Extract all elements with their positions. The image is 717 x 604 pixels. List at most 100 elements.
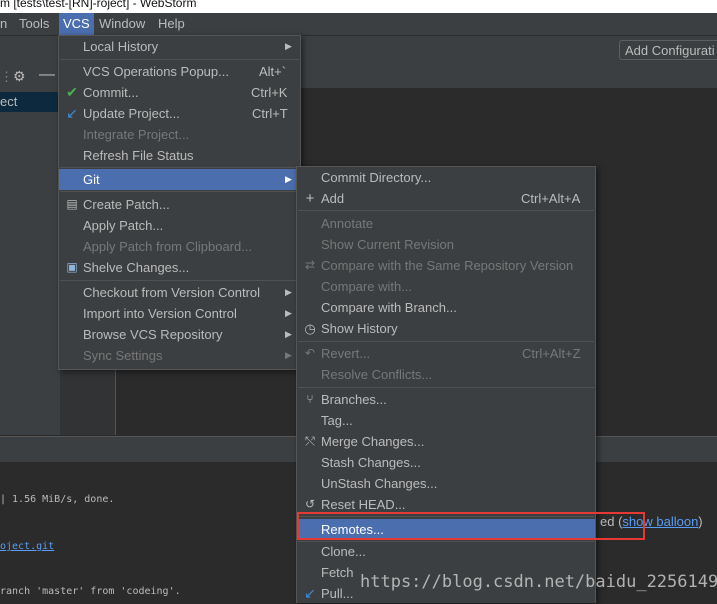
gear-icon[interactable]: ⚙ (13, 68, 26, 85)
menu-separator (298, 210, 594, 211)
window-title: m [tests\test-[RN]-roject] - WebStorm (0, 0, 197, 10)
highlight-annotation-box (297, 512, 645, 540)
submenu-arrow-icon: ▶ (285, 174, 292, 184)
menu-shortcut: Ctrl+T (252, 106, 288, 121)
menu-item-label: Add (321, 191, 345, 206)
menu-item-git[interactable]: Git ▶ (59, 169, 300, 190)
branch-icon: ⑂ (306, 392, 314, 406)
menu-item-label: Update Project... (83, 106, 180, 121)
menu-item-shelve-changes[interactable]: ▣ Shelve Changes... (59, 257, 300, 278)
menu-item-label: Sync Settings (83, 348, 163, 363)
menu-item-label: Annotate (321, 216, 374, 231)
add-configuration-button[interactable]: Add Configurati (619, 40, 717, 60)
menu-shortcut: Ctrl+Alt+A (521, 191, 581, 206)
menu-item-label: Show Current Revision (321, 237, 454, 252)
menu-item-label: Pull... (321, 586, 354, 601)
menu-bar: n Tools VCS Window Help (0, 13, 717, 36)
menu-separator (298, 387, 594, 388)
menu-separator (60, 280, 299, 281)
console-line: ranch 'master' from 'codeing'. (0, 586, 181, 597)
console-link[interactable]: oject.git (0, 541, 54, 552)
menu-item-label: Resolve Conflicts... (321, 367, 433, 382)
menu-item-label: Compare with the Same Repository Version (321, 258, 574, 273)
menu-item-label: Integrate Project... (83, 127, 190, 142)
menu-item-label: VCS Operations Popup... (83, 64, 229, 79)
shelve-icon: ▣ (66, 260, 78, 274)
menu-item-tag[interactable]: Tag... (297, 410, 595, 431)
submenu-arrow-icon: ▶ (285, 287, 292, 297)
menu-separator (60, 191, 299, 192)
menu-item-compare-with-branch[interactable]: Compare with Branch... (297, 297, 595, 318)
menu-item-label: Checkout from Version Control (83, 285, 261, 300)
submenu-arrow-icon: ▶ (285, 41, 292, 51)
menu-item-stash-changes[interactable]: Stash Changes... (297, 452, 595, 473)
menu-item-label: Local History (83, 39, 159, 54)
menu-item-refresh-file-status[interactable]: Refresh File Status (59, 145, 300, 166)
menu-item-revert[interactable]: ↶ Revert... Ctrl+Alt+Z (297, 343, 595, 364)
menu-help[interactable]: Help (154, 13, 189, 35)
menu-item-annotate[interactable]: Annotate (297, 213, 595, 234)
notification-suffix: ) (698, 514, 703, 529)
menu-item-clone[interactable]: Clone... (297, 541, 595, 562)
update-arrow-icon: ↙ (66, 105, 78, 121)
menu-separator (60, 167, 299, 168)
menu-item-apply-patch-clipboard[interactable]: Apply Patch from Clipboard... (59, 236, 300, 257)
menu-item-branches[interactable]: ⑂ Branches... (297, 389, 595, 410)
menu-separator (298, 341, 594, 342)
menu-item-sync-settings[interactable]: Sync Settings ▶ (59, 345, 300, 366)
menu-item-label: Apply Patch from Clipboard... (83, 239, 253, 254)
menu-item-label: Fetch (321, 565, 354, 580)
project-tree-selected-item[interactable]: ect (0, 92, 60, 112)
menu-item-merge-changes[interactable]: ⤲ Merge Changes... (297, 431, 595, 452)
editor-tab-bar (300, 64, 717, 88)
menu-item-resolve-conflicts[interactable]: Resolve Conflicts... (297, 364, 595, 385)
menu-item-show-history[interactable]: ◷ Show History (297, 318, 595, 339)
menu-item-label: Apply Patch... (83, 218, 164, 233)
menu-item-commit[interactable]: ✔ Commit... Ctrl+K (59, 82, 300, 103)
menu-item-apply-patch[interactable]: Apply Patch... (59, 215, 300, 236)
clock-icon: ◷ (304, 321, 316, 336)
menu-item-compare-same-repo-version[interactable]: ⇄ Compare with the Same Repository Versi… (297, 255, 595, 276)
submenu-arrow-icon: ▶ (285, 308, 292, 318)
revert-icon: ↶ (304, 346, 316, 360)
menu-item-local-history[interactable]: Local History ▶ (59, 36, 300, 57)
menu-tools[interactable]: Tools (15, 13, 53, 35)
menu-item-label: Tag... (321, 413, 353, 428)
menu-item-label: Compare with Branch... (321, 300, 457, 315)
menu-item-add[interactable]: + Add Ctrl+Alt+A (297, 188, 595, 209)
menu-shortcut: Alt+` (259, 64, 287, 79)
menu-window[interactable]: Window (95, 13, 149, 35)
compare-icon: ⇄ (304, 258, 316, 272)
menu-item-label: Compare with... (321, 279, 413, 294)
menu-item-label: Commit... (83, 85, 139, 100)
menu-item-unstash-changes[interactable]: UnStash Changes... (297, 473, 595, 494)
menu-item-label: Branches... (321, 392, 387, 407)
menu-item-checkout-from-vcs[interactable]: Checkout from Version Control ▶ (59, 282, 300, 303)
window-title-bar: m [tests\test-[RN]-roject] - WebStorm (0, 0, 717, 13)
menu-item-label: Stash Changes... (321, 455, 421, 470)
menu-item-show-current-revision[interactable]: Show Current Revision (297, 234, 595, 255)
menu-item-label: Commit Directory... (321, 170, 432, 185)
menu-item-create-patch[interactable]: ▤ Create Patch... (59, 194, 300, 215)
menu-item-label: Shelve Changes... (83, 260, 190, 275)
menu-item-label: Git (83, 172, 100, 187)
panel-edge-icon: ⋮ (0, 69, 13, 84)
check-icon: ✔ (66, 84, 78, 100)
menu-item-commit-directory[interactable]: Commit Directory... (297, 167, 595, 188)
project-panel-header: ⋮ ⚙ — (0, 64, 60, 91)
menu-item-integrate-project[interactable]: Integrate Project... (59, 124, 300, 145)
menu-vcs[interactable]: VCS (59, 13, 94, 35)
menu-item-label: Import into Version Control (83, 306, 237, 321)
menu-item-import-into-vcs[interactable]: Import into Version Control ▶ (59, 303, 300, 324)
menu-item-label: UnStash Changes... (321, 476, 438, 491)
pull-icon: ↙ (304, 585, 316, 601)
menu-item-update-project[interactable]: ↙ Update Project... Ctrl+T (59, 103, 300, 124)
project-panel (0, 90, 60, 435)
minimize-icon[interactable]: — (39, 66, 55, 84)
menu-item-compare-with[interactable]: Compare with... (297, 276, 595, 297)
menu-navigate[interactable]: n (0, 13, 11, 35)
menu-item-label: Clone... (321, 544, 366, 559)
menu-item-vcs-operations-popup[interactable]: VCS Operations Popup... Alt+` (59, 61, 300, 82)
vcs-menu: Local History ▶ VCS Operations Popup... … (58, 35, 301, 370)
menu-item-browse-vcs-repository[interactable]: Browse VCS Repository ▶ (59, 324, 300, 345)
